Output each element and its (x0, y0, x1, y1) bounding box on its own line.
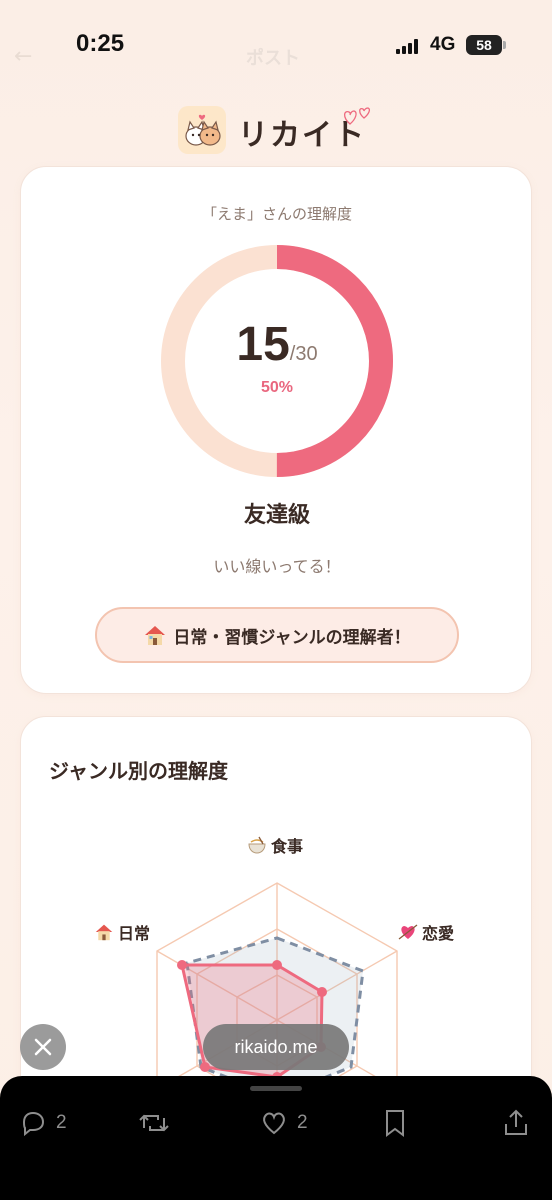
post-title: ポスト (246, 48, 300, 69)
heart-icon (263, 1112, 285, 1135)
heart-arrow-icon (398, 924, 418, 940)
cat-logo-icon (178, 106, 226, 154)
like-count: 2 (297, 1112, 308, 1133)
battery-icon: 58 (466, 35, 502, 55)
battery-cap (503, 41, 506, 49)
network-type: 4G (430, 34, 456, 55)
score-value: 15/30 (21, 317, 533, 372)
close-icon (34, 1038, 52, 1056)
status-bar: ← ポスト 0:25 4G 58 (0, 0, 552, 92)
reply-button[interactable]: 2 (18, 1108, 67, 1138)
drag-handle[interactable] (250, 1086, 302, 1091)
repost-icon (139, 1114, 169, 1132)
genre-badge[interactable]: 日常・習慣ジャンルの理解者！ (95, 607, 459, 663)
status-time: 0:25 (76, 30, 125, 57)
close-button[interactable] (20, 1024, 66, 1070)
score-number: 15 (236, 318, 290, 371)
axis-label-daily: 日常 (94, 920, 150, 944)
rank-title: 友達級 (243, 503, 310, 528)
score-subtitle: 「えま」さんの理解度 (201, 205, 352, 223)
bookmark-icon (386, 1110, 404, 1137)
score-percent: 50% (260, 379, 294, 396)
like-button[interactable]: 2 (259, 1108, 308, 1138)
score-total: /30 (289, 343, 318, 365)
radar-point-daily (177, 960, 187, 970)
app-header: リカイト (0, 104, 552, 160)
house-icon (145, 626, 166, 645)
rank-comment: いい線いってる！ (213, 557, 341, 576)
score-card: 「えま」さんの理解度 15/30 50% 友達級 いい線いってる！ 日常・習慣ジ… (20, 166, 532, 694)
signal-icon (396, 38, 422, 54)
url-pill[interactable]: rikaido.me (203, 1024, 349, 1070)
post-action-bar: 2 2 (0, 1076, 552, 1200)
reply-count: 2 (56, 1112, 67, 1133)
house-icon (95, 924, 113, 941)
back-arrow-icon[interactable]: ← (14, 44, 32, 69)
radar-point-love (317, 987, 327, 997)
share-button[interactable] (502, 1108, 530, 1138)
bookmark-button[interactable] (382, 1108, 408, 1138)
axis-label-food: 食事 (247, 833, 303, 857)
noodle-bowl-icon (248, 836, 266, 854)
share-icon (505, 1109, 527, 1135)
axis-label-love: 恋愛 (398, 920, 454, 944)
reply-icon (22, 1111, 45, 1137)
radar-point-6 (200, 1062, 210, 1072)
genre-badge-label: 日常・習慣ジャンルの理解者！ (173, 627, 411, 648)
repost-button[interactable] (138, 1108, 170, 1138)
radar-point-food (272, 960, 282, 970)
hearts-icon (343, 107, 371, 125)
